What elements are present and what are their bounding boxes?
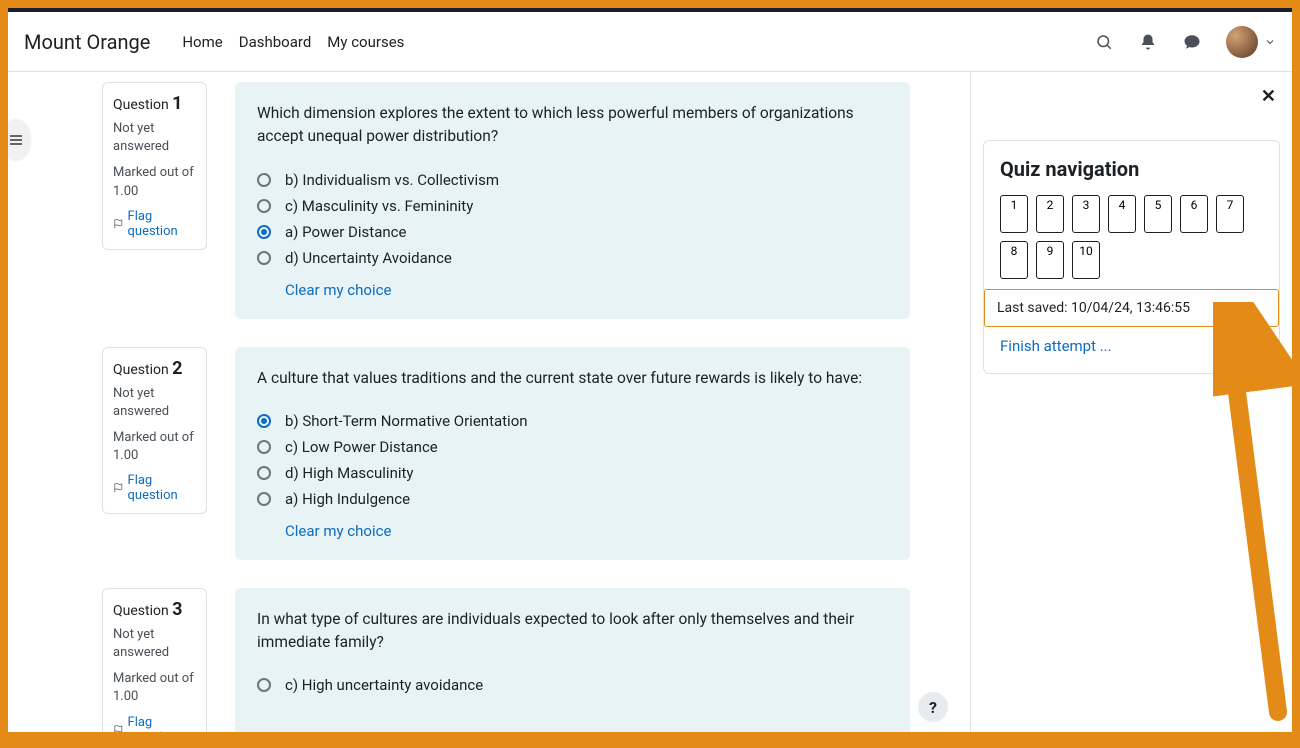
chat-icon[interactable] [1182, 32, 1202, 52]
main-column: Question 1 Not yet answered Marked out of … [8, 72, 970, 732]
brand-title[interactable]: Mount Orange [24, 30, 150, 54]
avatar [1226, 26, 1258, 58]
search-icon[interactable] [1094, 32, 1114, 52]
question-label: Question 3 [113, 599, 196, 620]
app-frame: Mount Orange Home Dashboard My courses [8, 8, 1292, 732]
topbar-right [1094, 26, 1276, 58]
primary-nav: Home Dashboard My courses [182, 29, 404, 55]
layout: Question 1 Not yet answered Marked out of … [8, 72, 1292, 732]
quiz-nav-grid: 1234567 8910 [1000, 195, 1263, 279]
flag-icon [113, 724, 124, 733]
question-row: Question 3 Not yet answered Marked out of … [102, 588, 970, 732]
option[interactable]: c) Masculinity vs. Femininity [257, 197, 888, 215]
option[interactable]: a) High Indulgence [257, 490, 888, 508]
question-text: In what type of cultures are individuals… [257, 608, 888, 655]
question-mark: Marked out of 1.00 [113, 164, 196, 200]
option-label: b) Short-Term Normative Orientation [285, 412, 528, 430]
option-label: c) Low Power Distance [285, 438, 438, 456]
option[interactable]: b) Individualism vs. Collectivism [257, 171, 888, 189]
close-icon[interactable]: ✕ [1261, 86, 1276, 107]
quiz-nav-item[interactable]: 8 [1000, 241, 1028, 279]
question-text: A culture that values traditions and the… [257, 367, 888, 390]
quiz-nav-item[interactable]: 10 [1072, 241, 1100, 279]
radio-icon [257, 251, 271, 265]
question-info: Question 2 Not yet answered Marked out of … [102, 347, 207, 515]
question-row: Question 1 Not yet answered Marked out of … [102, 82, 970, 319]
nav-home[interactable]: Home [182, 29, 222, 55]
quiz-nav-item[interactable]: 1 [1000, 195, 1028, 233]
options: c) High uncertainty avoidance [257, 676, 888, 694]
question-mark: Marked out of 1.00 [113, 670, 196, 706]
nav-my-courses[interactable]: My courses [327, 29, 404, 55]
flag-question-link[interactable]: Flag question [113, 715, 196, 733]
user-menu[interactable] [1226, 26, 1276, 58]
side-column: ✕ Quiz navigation 1234567 8910 Last saved… [970, 72, 1292, 732]
option[interactable]: d) Uncertainty Avoidance [257, 249, 888, 267]
help-button[interactable]: ? [918, 692, 948, 722]
question-label: Question 2 [113, 358, 196, 379]
option-label: d) Uncertainty Avoidance [285, 249, 452, 267]
clear-choice-link[interactable]: Clear my choice [285, 281, 888, 299]
option-label: b) Individualism vs. Collectivism [285, 171, 499, 189]
chevron-down-icon [1264, 36, 1276, 48]
nav-dashboard[interactable]: Dashboard [239, 29, 312, 55]
question-status: Not yet answered [113, 120, 196, 156]
question-mark: Marked out of 1.00 [113, 429, 196, 465]
flag-icon [113, 218, 124, 230]
radio-icon [257, 466, 271, 480]
bell-icon[interactable] [1138, 32, 1158, 52]
radio-icon [257, 173, 271, 187]
option-label: a) High Indulgence [285, 490, 410, 508]
radio-icon [257, 440, 271, 454]
question-info: Question 1 Not yet answered Marked out of … [102, 82, 207, 250]
question-body: A culture that values traditions and the… [235, 347, 910, 560]
topbar: Mount Orange Home Dashboard My courses [8, 12, 1292, 72]
finish-attempt-link[interactable]: Finish attempt ... [1000, 337, 1263, 355]
radio-icon [257, 199, 271, 213]
question-row: Question 2 Not yet answered Marked out of … [102, 347, 970, 560]
question-info: Question 3 Not yet answered Marked out of … [102, 588, 207, 732]
question-status: Not yet answered [113, 626, 196, 662]
quiz-nav-card: Quiz navigation 1234567 8910 Last saved: … [983, 140, 1280, 374]
quiz-nav-item[interactable]: 3 [1072, 195, 1100, 233]
option[interactable]: a) Power Distance [257, 223, 888, 241]
question-status: Not yet answered [113, 385, 196, 421]
question-label: Question 1 [113, 93, 196, 114]
quiz-nav-title: Quiz navigation [1000, 157, 1263, 181]
quiz-nav-item[interactable]: 2 [1036, 195, 1064, 233]
option[interactable]: b) Short-Term Normative Orientation [257, 412, 888, 430]
quiz-nav-item[interactable]: 7 [1216, 195, 1244, 233]
hamburger-icon [8, 132, 24, 148]
radio-icon [257, 225, 271, 239]
quiz-nav-item[interactable]: 4 [1108, 195, 1136, 233]
option[interactable]: d) High Masculinity [257, 464, 888, 482]
radio-icon [257, 414, 271, 428]
option-label: c) Masculinity vs. Femininity [285, 197, 473, 215]
question-body: Which dimension explores the extent to w… [235, 82, 910, 319]
flag-question-link[interactable]: Flag question [113, 209, 196, 239]
option-label: c) High uncertainty avoidance [285, 676, 483, 694]
question-body: In what type of cultures are individuals… [235, 588, 910, 732]
radio-icon [257, 492, 271, 506]
options: b) Individualism vs. Collectivism c) Masc… [257, 171, 888, 267]
quiz-nav-item[interactable]: 5 [1144, 195, 1172, 233]
option[interactable]: c) High uncertainty avoidance [257, 676, 888, 694]
option-label: d) High Masculinity [285, 464, 414, 482]
clear-choice-link[interactable]: Clear my choice [285, 522, 888, 540]
last-saved: Last saved: 10/04/24, 13:46:55 [984, 289, 1279, 327]
quiz-nav-item[interactable]: 6 [1180, 195, 1208, 233]
flag-question-link[interactable]: Flag question [113, 473, 196, 503]
question-text: Which dimension explores the extent to w… [257, 102, 888, 149]
option-label: a) Power Distance [285, 223, 406, 241]
flag-icon [113, 482, 124, 494]
option[interactable]: c) Low Power Distance [257, 438, 888, 456]
options: b) Short-Term Normative Orientation c) Lo… [257, 412, 888, 508]
radio-icon [257, 678, 271, 692]
quiz-nav-item[interactable]: 9 [1036, 241, 1064, 279]
